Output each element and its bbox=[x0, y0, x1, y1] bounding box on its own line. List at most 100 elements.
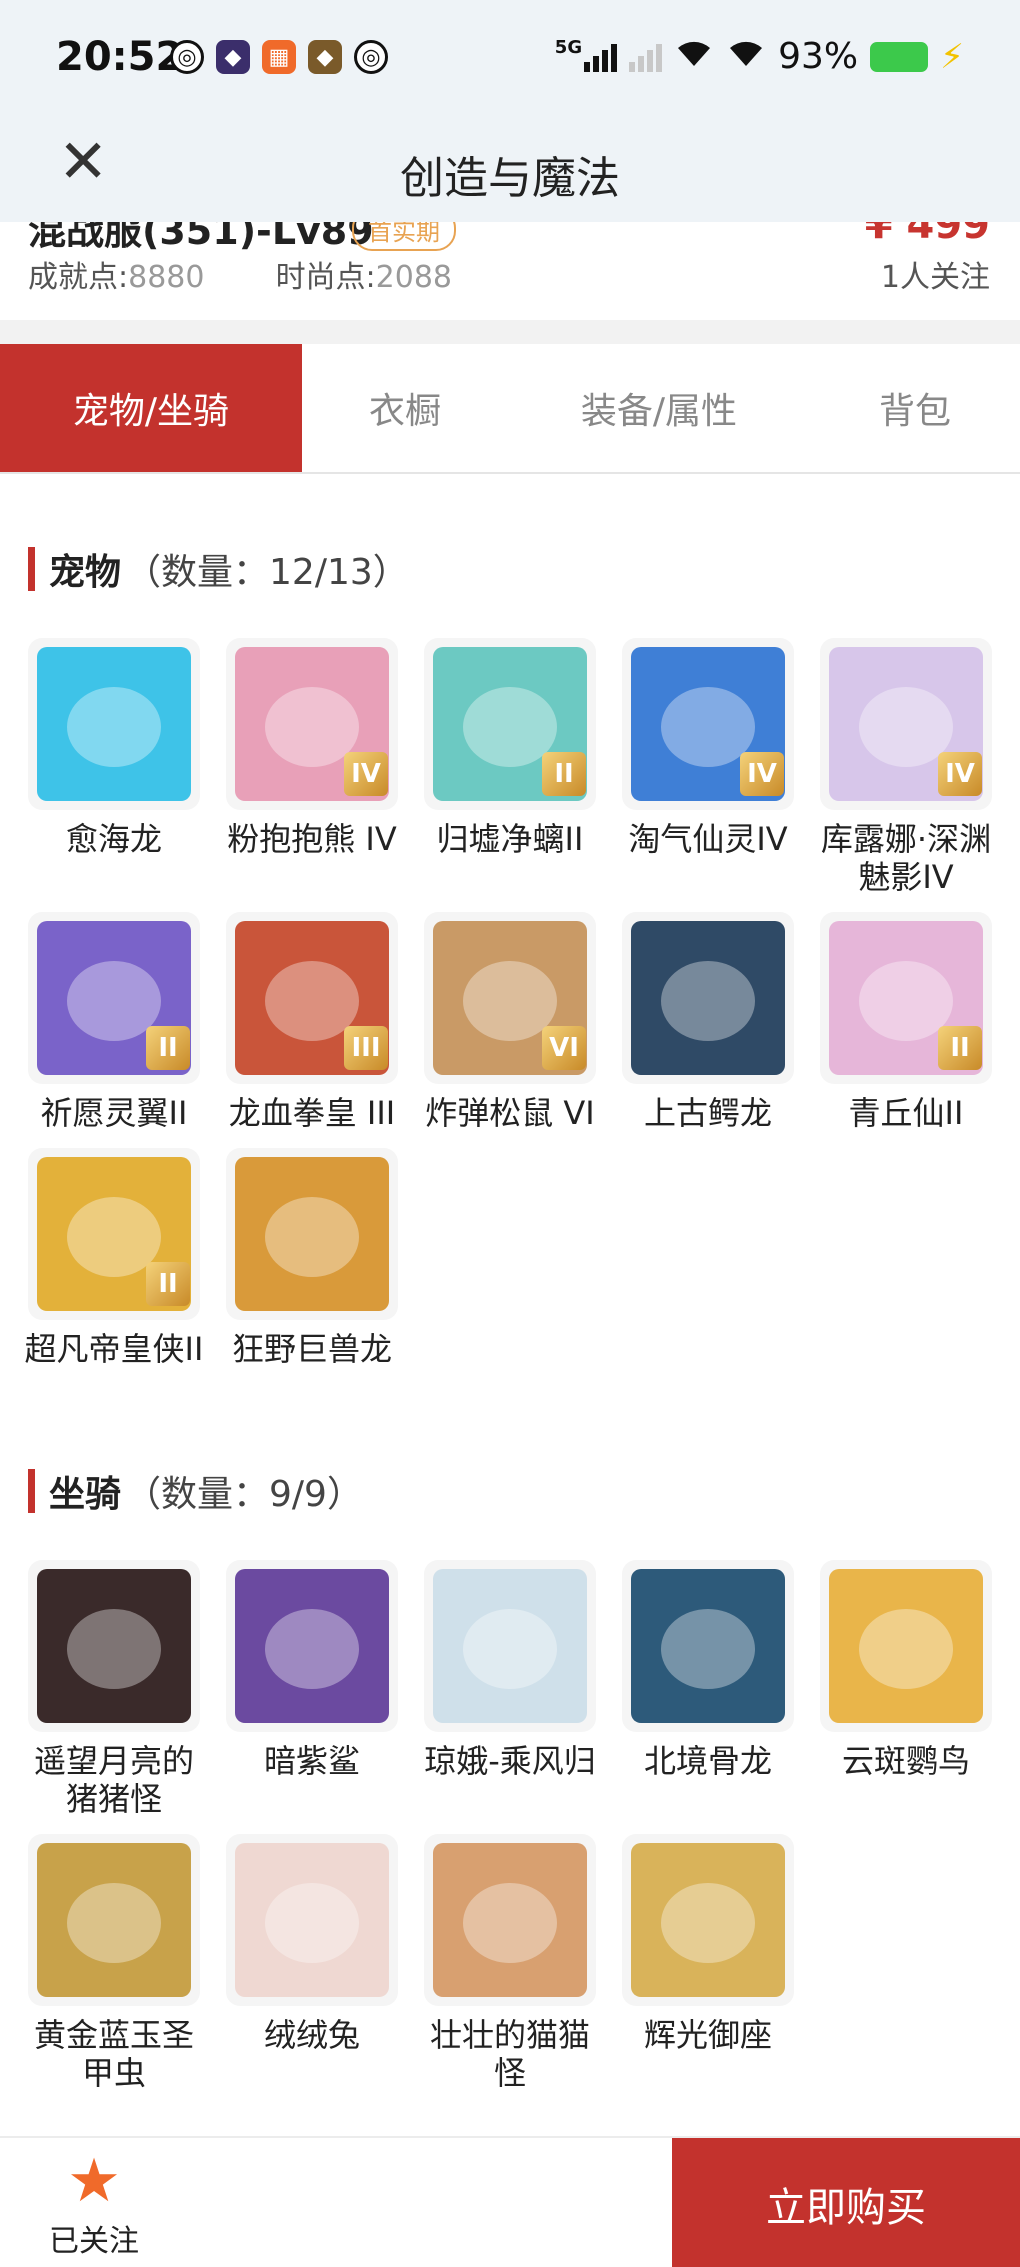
pet-name: 炸弹松鼠 VI bbox=[425, 1094, 595, 1132]
pet-item[interactable]: III 龙血拳皇 III bbox=[226, 912, 398, 1132]
price: ¥ 499 bbox=[864, 222, 990, 248]
tier-badge: IV bbox=[938, 752, 982, 796]
mount-image bbox=[433, 1843, 587, 1997]
account-info: 混战服(351)-Lv89 首实期 ¥ 499 成就点:8880 时尚点:208… bbox=[0, 222, 1020, 320]
server-level: 混战服(351)-Lv89 bbox=[28, 222, 374, 253]
section-title: 坐骑 bbox=[49, 1474, 122, 1515]
tab-backpack[interactable]: 背包 bbox=[810, 344, 1020, 472]
pet-thumbnail: IV bbox=[226, 638, 398, 810]
mount-name: 琼娥-乘风归 bbox=[424, 1742, 596, 1780]
status-badge: 首实期 bbox=[352, 222, 456, 251]
mount-name: 北境骨龙 bbox=[643, 1742, 772, 1780]
pet-name: 上古鳄龙 bbox=[643, 1094, 772, 1132]
mounts-section-header: 坐骑 （数量：9/9） bbox=[28, 1465, 363, 1517]
pet-item[interactable]: 愈海龙 bbox=[28, 638, 200, 896]
mount-image bbox=[433, 1569, 587, 1723]
status-time: 20:52 bbox=[56, 34, 184, 80]
mount-thumbnail bbox=[226, 1834, 398, 2006]
tab-pets-mounts[interactable]: 宠物/坐骑 bbox=[0, 344, 302, 472]
pet-item[interactable]: II 祈愿灵翼II bbox=[28, 912, 200, 1132]
pet-name: 超凡帝皇侠II bbox=[24, 1330, 204, 1368]
mount-name: 绒绒兔 bbox=[263, 2016, 360, 2054]
status-bar: 20:52 ◎ ◆ ▦ ◆ ◎ 5G 93% ⚡ bbox=[0, 0, 1020, 118]
pet-item[interactable]: IV 粉抱抱熊 IV bbox=[226, 638, 398, 896]
pet-thumbnail bbox=[226, 1148, 398, 1320]
mount-item[interactable]: 遥望月亮的猪猪怪 bbox=[28, 1560, 200, 1818]
tier-badge: IV bbox=[740, 752, 784, 796]
tab-wardrobe[interactable]: 衣橱 bbox=[302, 344, 508, 472]
tier-badge: VI bbox=[542, 1026, 586, 1070]
system-status: 5G 93% ⚡ bbox=[555, 36, 964, 77]
bottom-bar: ★ 已关注 立即购买 bbox=[0, 2136, 1020, 2267]
tier-badge: III bbox=[344, 1026, 388, 1070]
pet-item[interactable]: 狂野巨兽龙 bbox=[226, 1148, 398, 1368]
section-marker bbox=[28, 547, 35, 591]
mount-image bbox=[631, 1843, 785, 1997]
follower-count: 1人关注 bbox=[880, 260, 990, 295]
mount-name: 壮壮的猫猫怪 bbox=[429, 2016, 590, 2092]
pet-name: 愈海龙 bbox=[65, 820, 162, 858]
pet-thumbnail: II bbox=[820, 912, 992, 1084]
achievement-value: 8880 bbox=[128, 260, 205, 295]
mount-item[interactable]: 绒绒兔 bbox=[226, 1834, 398, 2092]
mount-item[interactable]: 辉光御座 bbox=[622, 1834, 794, 2092]
mount-image bbox=[235, 1569, 389, 1723]
pet-name: 狂野巨兽龙 bbox=[231, 1330, 392, 1368]
mount-thumbnail bbox=[424, 1560, 596, 1732]
fashion-label: 时尚点: bbox=[275, 260, 376, 295]
wifi-icon bbox=[726, 36, 766, 77]
mount-item[interactable]: 黄金蓝玉圣甲虫 bbox=[28, 1834, 200, 2092]
mount-thumbnail bbox=[820, 1560, 992, 1732]
mount-item[interactable]: 云斑鹦鸟 bbox=[820, 1560, 992, 1818]
pet-thumbnail: IV bbox=[622, 638, 794, 810]
pet-name: 淘气仙灵IV bbox=[628, 820, 788, 858]
fashion-value: 2088 bbox=[375, 260, 453, 295]
pet-name: 青丘仙II bbox=[848, 1094, 964, 1132]
signal-icon bbox=[584, 42, 618, 72]
buy-now-button[interactable]: 立即购买 bbox=[672, 2138, 1020, 2267]
weibo-icon: ◎ bbox=[170, 40, 204, 74]
section-marker bbox=[28, 1469, 35, 1513]
mounts-grid: 遥望月亮的猪猪怪 暗紫鲨 琼娥-乘风归 北境骨龙 云斑鹦鸟黄金蓝玉圣甲虫 绒绒兔 壮壮的猫猫… bbox=[28, 1560, 998, 2092]
mount-item[interactable]: 壮壮的猫猫怪 bbox=[424, 1834, 596, 2092]
mount-image bbox=[37, 1569, 191, 1723]
pet-thumbnail: VI bbox=[424, 912, 596, 1084]
pet-item[interactable]: II 青丘仙II bbox=[820, 912, 992, 1132]
pet-item[interactable]: II 超凡帝皇侠II bbox=[25, 1148, 203, 1368]
pet-name: 归墟净螭II bbox=[436, 820, 584, 858]
mount-name: 遥望月亮的猪猪怪 bbox=[33, 1742, 194, 1818]
mount-item[interactable]: 暗紫鲨 bbox=[226, 1560, 398, 1818]
pet-thumbnail bbox=[28, 638, 200, 810]
pet-thumbnail: III bbox=[226, 912, 398, 1084]
mount-name: 暗紫鲨 bbox=[263, 1742, 360, 1780]
battery-icon bbox=[870, 41, 929, 72]
pet-item[interactable]: VI 炸弹松鼠 VI bbox=[424, 912, 596, 1132]
mount-thumbnail bbox=[28, 1834, 200, 2006]
tab-equipment[interactable]: 装备/属性 bbox=[508, 344, 810, 472]
mount-thumbnail bbox=[622, 1560, 794, 1732]
signal-icon-secondary bbox=[629, 42, 663, 72]
star-icon: ★ bbox=[67, 2146, 121, 2216]
weibo-icon: ◎ bbox=[354, 40, 388, 74]
mount-thumbnail bbox=[226, 1560, 398, 1732]
pet-thumbnail: II bbox=[424, 638, 596, 810]
mount-image bbox=[37, 1843, 191, 1997]
pet-name: 龙血拳皇 III bbox=[228, 1094, 396, 1132]
mount-thumbnail bbox=[424, 1834, 596, 2006]
mount-item[interactable]: 北境骨龙 bbox=[622, 1560, 794, 1818]
pet-item[interactable]: 上古鳄龙 bbox=[622, 912, 794, 1132]
follow-button[interactable]: ★ 已关注 bbox=[44, 2148, 144, 2260]
mount-image bbox=[235, 1843, 389, 1997]
tier-badge: II bbox=[146, 1262, 190, 1306]
page-title: 创造与魔法 bbox=[400, 153, 620, 204]
app-grid-icon: ▦ bbox=[262, 40, 296, 74]
pet-item[interactable]: II 归墟净螭II bbox=[424, 638, 596, 896]
pet-thumbnail: II bbox=[28, 912, 200, 1084]
tier-badge: II bbox=[542, 752, 586, 796]
mount-item[interactable]: 琼娥-乘风归 bbox=[424, 1560, 596, 1818]
pet-image bbox=[37, 647, 191, 801]
pet-item[interactable]: IV 库露娜·深渊魅影IV bbox=[820, 638, 992, 896]
pet-item[interactable]: IV 淘气仙灵IV bbox=[622, 638, 794, 896]
section-count: （数量：9/9） bbox=[125, 1474, 363, 1515]
mount-name: 辉光御座 bbox=[643, 2016, 772, 2054]
